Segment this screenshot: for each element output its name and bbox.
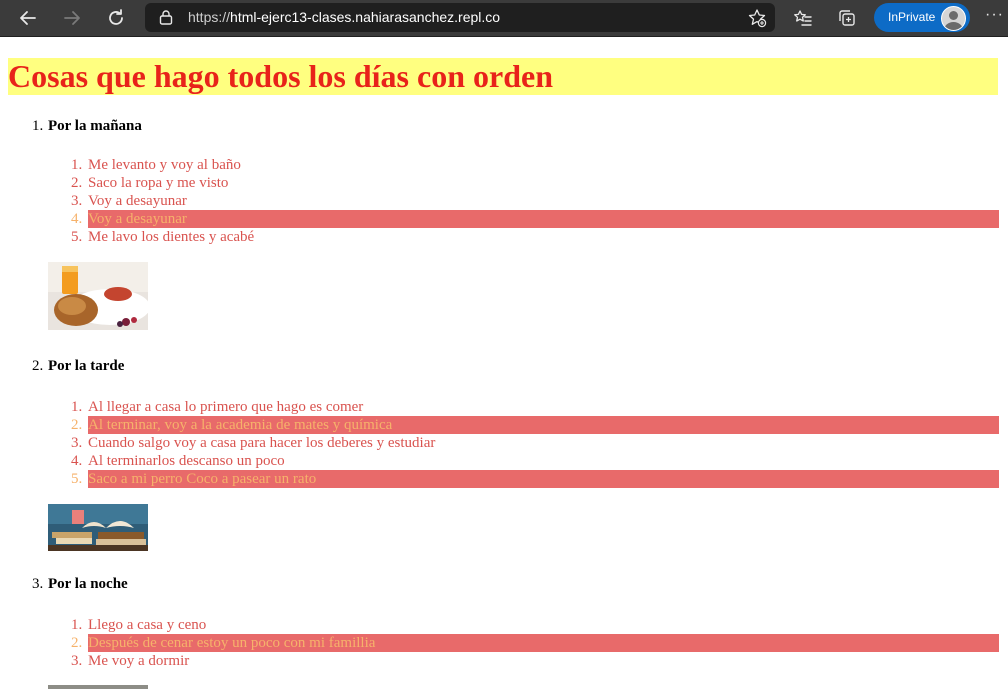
item-number: 4. [71, 211, 83, 227]
browser-toolbar: https://html-ejerc13-clases.nahiarasanch… [0, 0, 1008, 37]
list-item-highlighted: 5. Saco a mi perro Coco a pasear un rato [0, 470, 999, 488]
item-number: 5. [71, 471, 83, 487]
list-item: 1. Llego a casa y ceno [0, 616, 999, 634]
section-number: 2. [32, 358, 44, 374]
refresh-icon [109, 9, 123, 25]
favorites-button[interactable] [789, 4, 817, 32]
refresh-button[interactable] [102, 4, 130, 32]
profile-avatar-icon [941, 6, 966, 31]
lock-icon [159, 10, 173, 25]
list-item: 4. Al terminarlos descanso un poco [0, 452, 999, 470]
inprivate-label: InPrivate [888, 10, 936, 24]
item-text: Saco la ropa y me visto [88, 175, 229, 191]
item-number: 4. [71, 453, 83, 469]
item-text: Llego a casa y ceno [88, 617, 207, 633]
url-host: html-ejerc13-clases.nahiarasanchez.repl.… [230, 9, 501, 25]
url-scheme: https:// [188, 9, 231, 25]
collections-button[interactable] [833, 4, 861, 32]
item-text: Voy a desayunar [88, 193, 187, 209]
inprivate-button[interactable]: InPrivate [874, 3, 970, 32]
list-item: 3. Voy a desayunar [0, 192, 999, 210]
forward-arrow-icon [64, 11, 80, 25]
back-button[interactable] [14, 4, 42, 32]
list-item: 2. Saco la ropa y me visto [0, 174, 999, 192]
item-number: 1. [71, 617, 83, 633]
night-photo [48, 685, 148, 689]
list-item-highlighted: 2. Después de cenar estoy un poco con mi… [0, 634, 999, 652]
page-title: Cosas que hago todos los días con orden [8, 58, 998, 95]
list-item-highlighted: 4. Voy a desayunar [0, 210, 999, 228]
item-number: 5. [71, 229, 83, 245]
forward-button[interactable] [58, 4, 86, 32]
item-text: Me levanto y voy al baño [88, 157, 241, 173]
item-number: 3. [71, 193, 83, 209]
section-title-afternoon: Por la tarde [48, 358, 125, 374]
section-title-night: Por la noche [48, 576, 128, 592]
item-number: 2. [71, 175, 83, 191]
item-text: Me voy a dormir [88, 653, 190, 669]
url-text: https://html-ejerc13-clases.nahiarasanch… [188, 9, 500, 25]
list-item: 3. Cuando salgo voy a casa para hacer lo… [0, 434, 999, 452]
section-title-morning: Por la mañana [48, 118, 142, 134]
section-number: 3. [32, 576, 44, 592]
item-number: 3. [71, 435, 83, 451]
list-item: 1. Me levanto y voy al baño [0, 156, 999, 174]
list-item: 5. Me lavo los dientes y acabé [0, 228, 999, 246]
item-text: Al terminarlos descanso un poco [88, 453, 285, 469]
books-photo [48, 504, 148, 551]
item-number: 1. [71, 399, 83, 415]
item-text: Cuando salgo voy a casa para hacer los d… [88, 435, 436, 451]
list-item: 3. Me voy a dormir [0, 652, 999, 670]
list-item-highlighted: 2. Al terminar, voy a la academia de mat… [0, 416, 999, 434]
item-number: 2. [71, 417, 83, 433]
item-number: 1. [71, 157, 83, 173]
collections-icon [839, 10, 855, 26]
item-text: Al llegar a casa lo primero que hago es … [88, 399, 364, 415]
highlight-bar [88, 210, 999, 228]
favorites-list-icon [794, 10, 812, 26]
item-number: 3. [71, 653, 83, 669]
section-number: 1. [32, 118, 44, 134]
item-text: Saco a mi perro Coco a pasear un rato [88, 471, 317, 487]
item-text: Después de cenar estoy un poco con mi fa… [88, 635, 376, 651]
page-content: Cosas que hago todos los días con orden … [0, 37, 1008, 689]
item-text: Voy a desayunar [88, 211, 187, 227]
back-arrow-icon [20, 11, 36, 25]
item-text: Al terminar, voy a la academia de mates … [88, 417, 393, 433]
address-bar[interactable]: https://html-ejerc13-clases.nahiarasanch… [145, 3, 775, 32]
item-text: Me lavo los dientes y acabé [88, 229, 255, 245]
more-menu-icon[interactable]: ··· [985, 6, 1004, 24]
item-number: 2. [71, 635, 83, 651]
add-favorite-icon[interactable] [747, 8, 767, 28]
breakfast-photo [48, 262, 148, 330]
list-item: 1. Al llegar a casa lo primero que hago … [0, 398, 999, 416]
